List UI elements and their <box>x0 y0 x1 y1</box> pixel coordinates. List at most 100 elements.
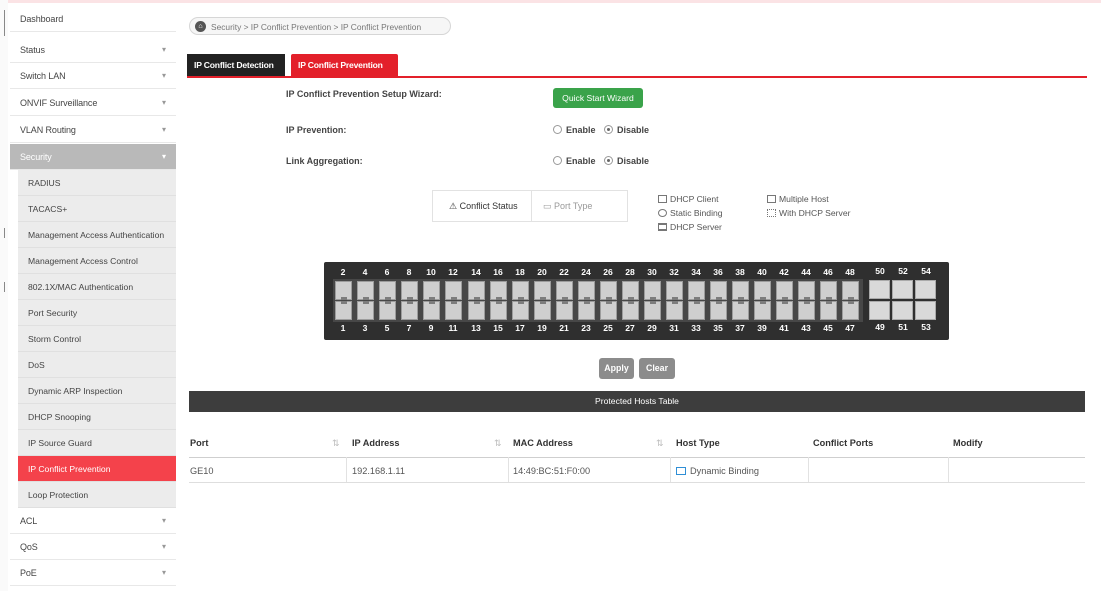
port-24[interactable] <box>578 281 595 300</box>
port-27[interactable] <box>622 301 639 320</box>
port-37[interactable] <box>732 301 749 320</box>
sfp-port-51[interactable] <box>892 301 913 320</box>
port-23[interactable] <box>578 301 595 320</box>
port-11[interactable] <box>445 301 462 320</box>
port-6[interactable] <box>379 281 396 300</box>
port-26[interactable] <box>600 281 617 300</box>
sidebar-item-switch-lan[interactable]: Switch LAN ▾ <box>10 63 176 89</box>
sidebar-subitem-ip-source-guard[interactable]: IP Source Guard <box>18 430 176 456</box>
home-icon[interactable]: ⌂ <box>195 21 206 32</box>
sidebar-item-poe[interactable]: PoE ▾ <box>10 560 176 586</box>
sidebar-item-status[interactable]: Status ▾ <box>10 37 176 63</box>
link-aggregation-enable-radio[interactable] <box>553 156 562 165</box>
port-42[interactable] <box>776 281 793 300</box>
sidebar-subitem-loop-protection[interactable]: Loop Protection <box>18 482 176 508</box>
port-43[interactable] <box>798 301 815 320</box>
sidebar-subitem-storm-control[interactable]: Storm Control <box>18 326 176 352</box>
sidebar-subitem-dynamic-arp[interactable]: Dynamic ARP Inspection <box>18 378 176 404</box>
port-2[interactable] <box>335 281 352 300</box>
port-21[interactable] <box>556 301 573 320</box>
port-28[interactable] <box>622 281 639 300</box>
sidebar-item-onvif[interactable]: ONVIF Surveillance ▾ <box>10 90 176 116</box>
port-41[interactable] <box>776 301 793 320</box>
port-25[interactable] <box>600 301 617 320</box>
port-9[interactable] <box>423 301 440 320</box>
column-header-host-type[interactable]: Host Type <box>676 438 720 448</box>
port-10[interactable] <box>423 281 440 300</box>
port-3[interactable] <box>357 301 374 320</box>
link-aggregation-disable-radio[interactable] <box>604 156 614 165</box>
port-15[interactable] <box>490 301 507 320</box>
port-18[interactable] <box>512 281 529 300</box>
port-5[interactable] <box>379 301 396 320</box>
sidebar-subitem-ip-conflict-prevention[interactable]: IP Conflict Prevention <box>18 456 176 482</box>
port-12[interactable] <box>445 281 462 300</box>
sfp-port-54[interactable] <box>915 280 936 299</box>
port-31[interactable] <box>666 301 683 320</box>
sidebar-subitem-port-security[interactable]: Port Security <box>18 300 176 326</box>
column-header-ip-address[interactable]: IP Address <box>352 438 400 448</box>
sidebar-item-vlan-routing[interactable]: VLAN Routing ▾ <box>10 117 176 143</box>
ip-prevention-disable-radio[interactable] <box>604 125 614 134</box>
port-36[interactable] <box>710 281 727 300</box>
port-38[interactable] <box>732 281 749 300</box>
sidebar-item-qos[interactable]: QoS ▾ <box>10 534 176 560</box>
port-34[interactable] <box>688 281 705 300</box>
port-8[interactable] <box>401 281 418 300</box>
port-7[interactable] <box>401 301 418 320</box>
sidebar-item-dashboard[interactable]: Dashboard <box>10 6 176 32</box>
sidebar-subitem-dos[interactable]: DoS <box>18 352 176 378</box>
port-48[interactable] <box>842 281 859 300</box>
tab-ip-conflict-detection[interactable]: IP Conflict Detection <box>187 54 285 76</box>
sfp-port-53[interactable] <box>915 301 936 320</box>
tab-ip-conflict-prevention[interactable]: IP Conflict Prevention <box>291 54 398 76</box>
sort-icon[interactable]: ⇅ <box>332 438 340 449</box>
sidebar-item-label: Switch LAN <box>20 71 66 81</box>
port-45[interactable] <box>820 301 837 320</box>
divider <box>531 191 532 221</box>
port-4[interactable] <box>357 281 374 300</box>
port-22[interactable] <box>556 281 573 300</box>
column-header-modify[interactable]: Modify <box>953 438 983 448</box>
tab-conflict-status[interactable]: ⚠ Conflict Status <box>449 201 518 212</box>
sfp-port-50[interactable] <box>869 280 890 299</box>
port-29[interactable] <box>644 301 661 320</box>
port-1[interactable] <box>335 301 352 320</box>
sfp-port-52[interactable] <box>892 280 913 299</box>
sidebar-subitem-mgmt-access-auth[interactable]: Management Access Authentication <box>18 222 176 248</box>
sort-icon[interactable]: ⇅ <box>656 438 664 449</box>
sidebar-subitem-dhcp-snooping[interactable]: DHCP Snooping <box>18 404 176 430</box>
port-32[interactable] <box>666 281 683 300</box>
sidebar-item-security[interactable]: Security ▾ <box>10 144 176 170</box>
tab-port-type[interactable]: ▭ Port Type <box>543 201 592 212</box>
port-35[interactable] <box>710 301 727 320</box>
port-40[interactable] <box>754 281 771 300</box>
port-number-label: 51 <box>898 322 908 332</box>
port-46[interactable] <box>820 281 837 300</box>
ip-prevention-enable-radio[interactable] <box>553 125 562 134</box>
port-16[interactable] <box>490 281 507 300</box>
quick-start-wizard-button[interactable]: Quick Start Wizard <box>553 88 643 108</box>
clear-button[interactable]: Clear <box>639 358 675 379</box>
port-17[interactable] <box>512 301 529 320</box>
port-14[interactable] <box>468 281 485 300</box>
column-header-port[interactable]: Port <box>190 438 208 448</box>
sidebar-subitem-mgmt-access-control[interactable]: Management Access Control <box>18 248 176 274</box>
sfp-port-49[interactable] <box>869 301 890 320</box>
column-header-mac-address[interactable]: MAC Address <box>513 438 573 448</box>
column-header-conflict-ports[interactable]: Conflict Ports <box>813 438 873 448</box>
port-13[interactable] <box>468 301 485 320</box>
sidebar-subitem-radius[interactable]: RADIUS <box>18 170 176 196</box>
sidebar-item-acl[interactable]: ACL ▾ <box>10 508 176 534</box>
apply-button[interactable]: Apply <box>599 358 634 379</box>
sidebar-subitem-tacacs[interactable]: TACACS+ <box>18 196 176 222</box>
port-39[interactable] <box>754 301 771 320</box>
sidebar-subitem-8021x[interactable]: 802.1X/MAC Authentication <box>18 274 176 300</box>
port-33[interactable] <box>688 301 705 320</box>
port-30[interactable] <box>644 281 661 300</box>
port-44[interactable] <box>798 281 815 300</box>
sort-icon[interactable]: ⇅ <box>494 438 502 449</box>
port-20[interactable] <box>534 281 551 300</box>
port-19[interactable] <box>534 301 551 320</box>
port-47[interactable] <box>842 301 859 320</box>
